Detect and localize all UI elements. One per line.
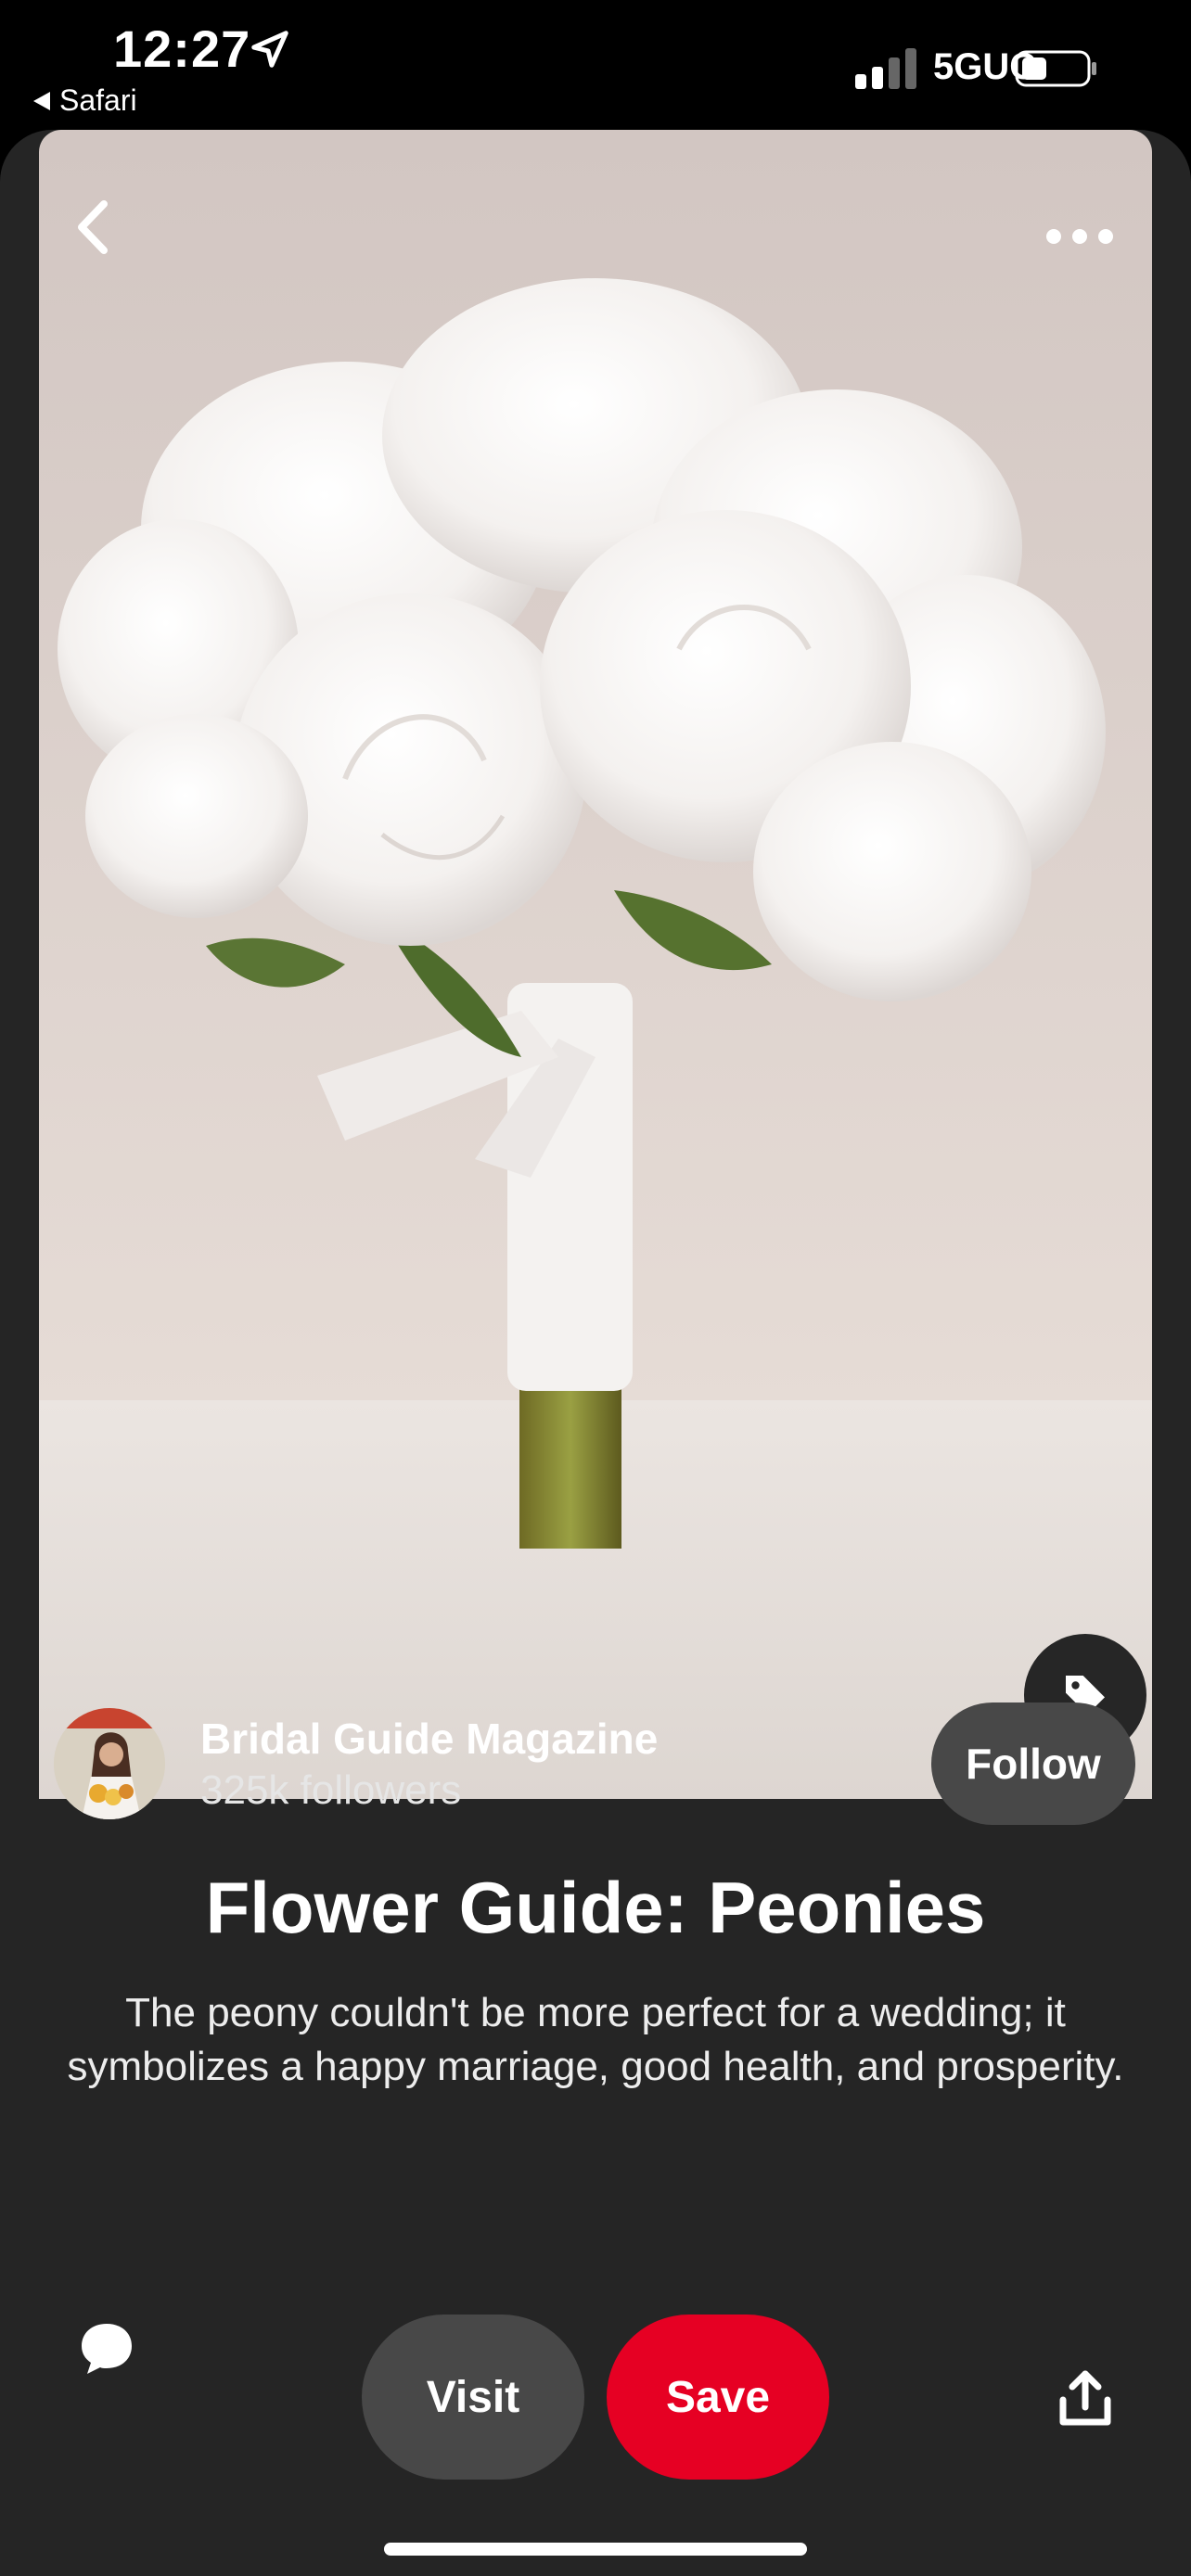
follow-button[interactable]: Follow [931,1702,1135,1825]
peony-bouquet-image [39,130,1152,1799]
pin-card [0,130,1191,2576]
battery-icon [1015,50,1096,87]
status-time: 12:27 [113,19,251,78]
save-button[interactable]: Save [607,2315,829,2480]
home-indicator[interactable] [384,2543,807,2556]
magazine-cover-avatar [54,1708,165,1819]
signal-bars-icon [855,48,916,89]
back-triangle-icon [33,91,50,110]
pin-title: Flower Guide: Peonies [205,1867,986,1948]
visit-button[interactable]: Visit [362,2315,584,2480]
creator-name[interactable]: Bridal Guide Magazine [200,1714,658,1764]
pin-image[interactable] [39,130,1152,1799]
back-app-label: Safari [59,83,137,117]
comment-bubble-icon[interactable] [78,2320,135,2376]
creator-avatar[interactable] [54,1708,165,1819]
location-arrow-icon [251,31,288,68]
back-to-safari[interactable]: Safari [33,83,137,118]
status-bar: 12:27 Safari 5GUC [0,0,1191,130]
pin-description: The peony couldn't be more perfect for a… [67,1990,1124,2089]
chevron-left-icon[interactable] [67,195,122,260]
share-icon[interactable] [1057,2370,1113,2428]
follower-count: 325k followers [200,1767,462,1813]
more-dots-icon[interactable] [1044,223,1115,250]
